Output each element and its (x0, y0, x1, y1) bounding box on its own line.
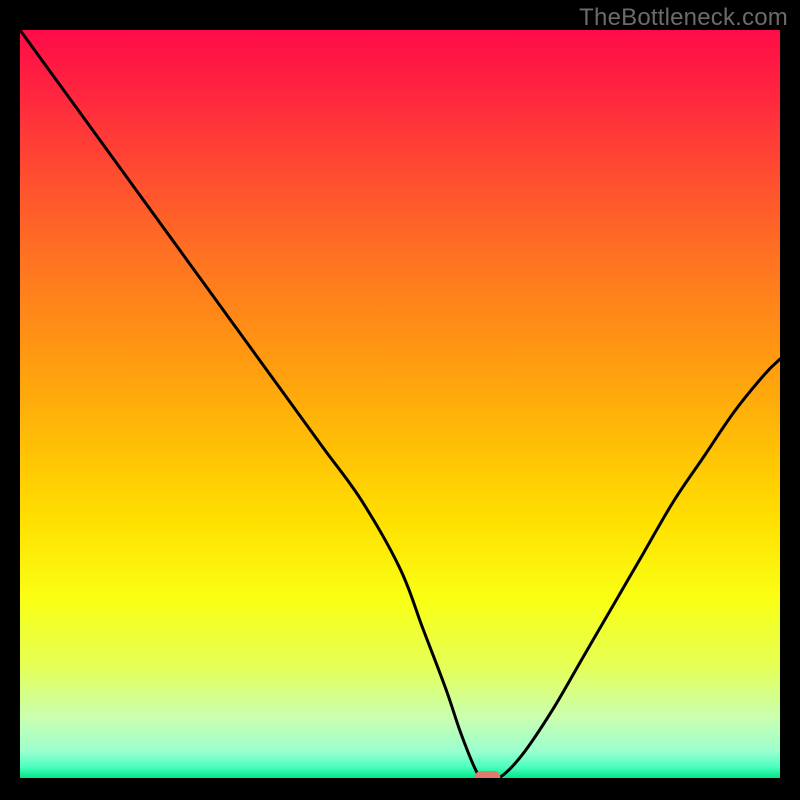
optimal-marker (474, 771, 500, 778)
plot-area (20, 30, 780, 778)
watermark-text: TheBottleneck.com (579, 4, 788, 32)
chart-container: TheBottleneck.com (0, 0, 800, 800)
gradient-background (20, 30, 780, 778)
chart-svg (20, 30, 780, 778)
